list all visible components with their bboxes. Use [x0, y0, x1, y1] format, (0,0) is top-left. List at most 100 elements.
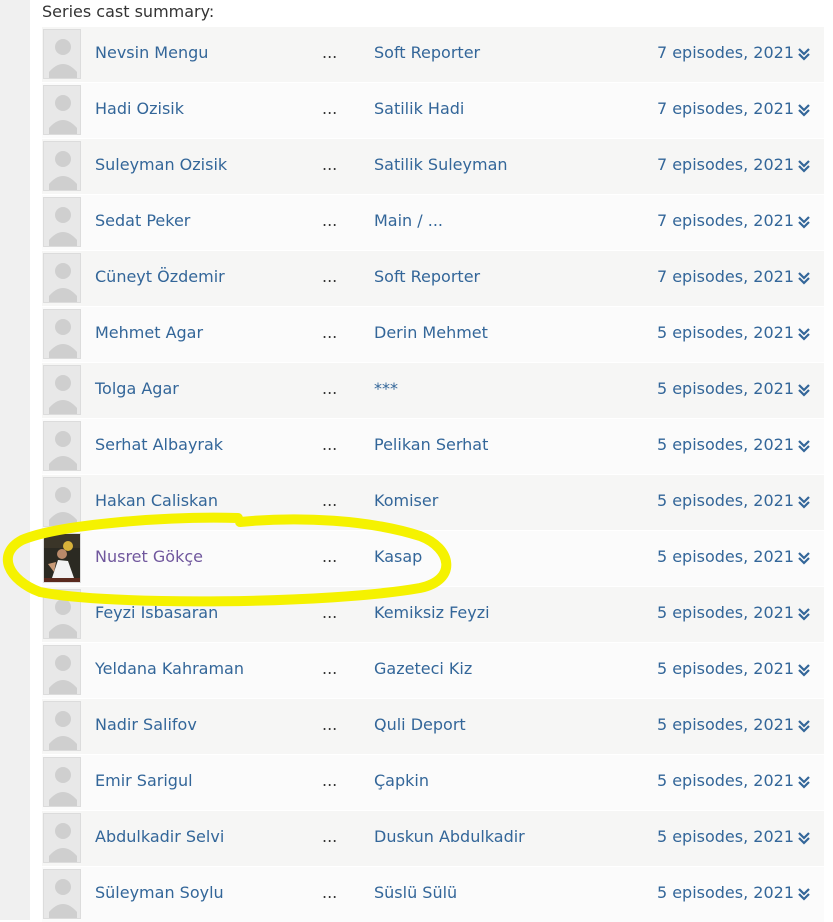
cast-row: Nadir Salifov ... Quli Deport 5 episodes… [42, 698, 824, 754]
person-silhouette-icon[interactable] [43, 309, 81, 359]
episodes-link[interactable]: 5 episodes, 2021 [657, 659, 794, 678]
person-silhouette-icon[interactable] [43, 421, 81, 471]
cast-row: Cüneyt Özdemir ... Soft Reporter 7 episo… [42, 250, 824, 306]
section-heading: Series cast summary: [42, 2, 215, 21]
cast-row: Emir Sarigul ... Çapkin 5 episodes, 2021 [42, 754, 824, 810]
character-name-link[interactable]: Duskun Abdulkadir [374, 827, 525, 846]
actor-name-link[interactable]: Tolga Agar [95, 379, 179, 398]
person-silhouette-icon[interactable] [43, 869, 81, 919]
episodes-link[interactable]: 5 episodes, 2021 [657, 771, 794, 790]
actor-name-link[interactable]: Cüneyt Özdemir [95, 267, 225, 286]
double-chevron-down-icon[interactable] [798, 103, 810, 117]
role-separator: ... [322, 603, 338, 622]
episodes-link[interactable]: 5 episodes, 2021 [657, 883, 794, 902]
person-silhouette-icon[interactable] [43, 85, 81, 135]
character-name-link[interactable]: Soft Reporter [374, 43, 480, 62]
actor-name-link[interactable]: Nadir Salifov [95, 715, 197, 734]
double-chevron-down-icon[interactable] [798, 383, 810, 397]
episodes-link[interactable]: 5 episodes, 2021 [657, 435, 794, 454]
role-separator: ... [322, 883, 338, 902]
page-gutter [0, 0, 30, 920]
actor-name-link[interactable]: Süleyman Soylu [95, 883, 224, 902]
cast-row: Tolga Agar ... *** 5 episodes, 2021 [42, 362, 824, 418]
character-name-link[interactable]: Kemiksiz Feyzi [374, 603, 490, 622]
person-silhouette-icon[interactable] [43, 589, 81, 639]
person-silhouette-icon[interactable] [43, 645, 81, 695]
double-chevron-down-icon[interactable] [798, 887, 810, 901]
character-name-link[interactable]: Main / ... [374, 211, 443, 230]
role-separator: ... [322, 267, 338, 286]
episodes-link[interactable]: 5 episodes, 2021 [657, 491, 794, 510]
episodes-link[interactable]: 7 episodes, 2021 [657, 211, 794, 230]
episodes-link[interactable]: 5 episodes, 2021 [657, 379, 794, 398]
role-separator: ... [322, 323, 338, 342]
person-silhouette-icon[interactable] [43, 477, 81, 527]
role-separator: ... [322, 99, 338, 118]
character-name-link[interactable]: Pelikan Serhat [374, 435, 488, 454]
episodes-link[interactable]: 5 episodes, 2021 [657, 827, 794, 846]
double-chevron-down-icon[interactable] [798, 719, 810, 733]
cast-row: Serhat Albayrak ... Pelikan Serhat 5 epi… [42, 418, 824, 474]
episodes-link[interactable]: 5 episodes, 2021 [657, 603, 794, 622]
person-silhouette-icon[interactable] [43, 701, 81, 751]
role-separator: ... [322, 771, 338, 790]
character-name-link[interactable]: Çapkin [374, 771, 429, 790]
episodes-link[interactable]: 5 episodes, 2021 [657, 547, 794, 566]
character-name-link[interactable]: Kasap [374, 547, 422, 566]
person-silhouette-icon[interactable] [43, 757, 81, 807]
character-name-link[interactable]: Satilik Suleyman [374, 155, 508, 174]
actor-name-link[interactable]: Yeldana Kahraman [95, 659, 244, 678]
actor-name-link[interactable]: Hakan Caliskan [95, 491, 218, 510]
character-name-link[interactable]: *** [374, 379, 398, 398]
double-chevron-down-icon[interactable] [798, 663, 810, 677]
actor-name-link[interactable]: Feyzi Isbasaran [95, 603, 218, 622]
actor-name-link[interactable]: Serhat Albayrak [95, 435, 223, 454]
character-name-link[interactable]: Derin Mehmet [374, 323, 488, 342]
person-silhouette-icon[interactable] [43, 365, 81, 415]
cast-row: Feyzi Isbasaran ... Kemiksiz Feyzi 5 epi… [42, 586, 824, 642]
actor-name-link[interactable]: Abdulkadir Selvi [95, 827, 224, 846]
episodes-link[interactable]: 7 episodes, 2021 [657, 99, 794, 118]
double-chevron-down-icon[interactable] [798, 831, 810, 845]
person-silhouette-icon[interactable] [43, 813, 81, 863]
double-chevron-down-icon[interactable] [798, 607, 810, 621]
episodes-link[interactable]: 5 episodes, 2021 [657, 715, 794, 734]
character-name-link[interactable]: Soft Reporter [374, 267, 480, 286]
double-chevron-down-icon[interactable] [798, 215, 810, 229]
person-silhouette-icon[interactable] [43, 197, 81, 247]
actor-name-link[interactable]: Sedat Peker [95, 211, 190, 230]
actor-name-link[interactable]: Hadi Ozisik [95, 99, 184, 118]
cast-row: Abdulkadir Selvi ... Duskun Abdulkadir 5… [42, 810, 824, 866]
double-chevron-down-icon[interactable] [798, 47, 810, 61]
character-name-link[interactable]: Komiser [374, 491, 438, 510]
actor-name-link[interactable]: Nevsin Mengu [95, 43, 208, 62]
actor-name-link[interactable]: Emir Sarigul [95, 771, 193, 790]
actor-name-link[interactable]: Nusret Gökçe [95, 547, 203, 566]
double-chevron-down-icon[interactable] [798, 551, 810, 565]
character-name-link[interactable]: Quli Deport [374, 715, 466, 734]
actor-headshot[interactable] [43, 533, 81, 583]
character-name-link[interactable]: Süslü Sülü [374, 883, 457, 902]
double-chevron-down-icon[interactable] [798, 439, 810, 453]
cast-row: Hakan Caliskan ... Komiser 5 episodes, 2… [42, 474, 824, 530]
role-separator: ... [322, 43, 338, 62]
cast-row: Süleyman Soylu ... Süslü Sülü 5 episodes… [42, 866, 824, 922]
actor-name-link[interactable]: Mehmet Agar [95, 323, 203, 342]
episodes-link[interactable]: 7 episodes, 2021 [657, 267, 794, 286]
character-name-link[interactable]: Gazeteci Kiz [374, 659, 472, 678]
episodes-link[interactable]: 7 episodes, 2021 [657, 43, 794, 62]
person-silhouette-icon[interactable] [43, 141, 81, 191]
cast-list: Nevsin Mengu ... Soft Reporter 7 episode… [42, 26, 824, 922]
double-chevron-down-icon[interactable] [798, 271, 810, 285]
person-silhouette-icon[interactable] [43, 253, 81, 303]
episodes-link[interactable]: 5 episodes, 2021 [657, 323, 794, 342]
character-name-link[interactable]: Satilik Hadi [374, 99, 464, 118]
episodes-link[interactable]: 7 episodes, 2021 [657, 155, 794, 174]
cast-row: Nusret Gökçe ... Kasap 5 episodes, 2021 [42, 530, 824, 586]
double-chevron-down-icon[interactable] [798, 159, 810, 173]
double-chevron-down-icon[interactable] [798, 775, 810, 789]
person-silhouette-icon[interactable] [43, 29, 81, 79]
double-chevron-down-icon[interactable] [798, 327, 810, 341]
double-chevron-down-icon[interactable] [798, 495, 810, 509]
actor-name-link[interactable]: Suleyman Ozisik [95, 155, 227, 174]
